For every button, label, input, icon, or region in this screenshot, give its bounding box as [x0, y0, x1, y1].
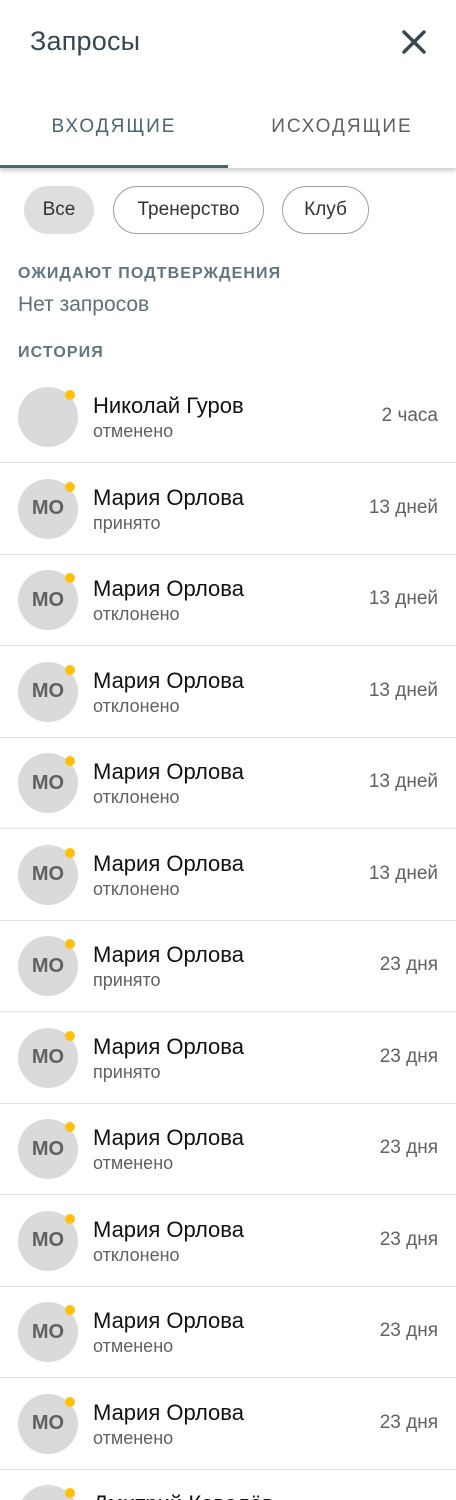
request-status: отменено [93, 421, 174, 441]
request-time: 13 дней [368, 862, 438, 884]
request-status: принято [93, 970, 161, 990]
request-time: 23 дня [379, 1228, 438, 1250]
history-heading: ИСТОРИЯ [18, 344, 104, 361]
requester-name: Мария Орлова [93, 942, 244, 967]
unread-dot-icon [65, 1305, 75, 1315]
request-status: отменено [93, 1336, 174, 1356]
request-status: отменено [93, 1427, 174, 1448]
unread-dot-icon [65, 756, 75, 766]
request-time: 13 дней [368, 771, 438, 792]
request-status: отклонено [93, 878, 180, 899]
requester-name: Николай Гуров [93, 393, 244, 418]
history-row[interactable]: Дмитрий Ковалёв [0, 1469, 456, 1500]
request-time: 23 дня [379, 1411, 438, 1433]
unread-dot-icon [65, 573, 75, 583]
request-time: 23 дня [379, 1045, 438, 1067]
request-time: 23 дня [379, 954, 438, 975]
unread-dot-icon [65, 847, 75, 858]
request-time: 23 дня [379, 1137, 438, 1158]
history-row[interactable]: МО Мария Орлова отменено 23 дня [0, 1378, 456, 1470]
request-time: 2 часа [381, 405, 438, 426]
unread-dot-icon [65, 1030, 75, 1041]
unread-dot-icon [65, 390, 75, 400]
unread-dot-icon [65, 1396, 75, 1407]
unread-dot-icon [65, 1213, 75, 1224]
history-row[interactable]: МО Мария Орлова отклонено 13 дней [0, 737, 456, 829]
unread-dot-icon [65, 664, 75, 675]
tab-incoming[interactable]: ВХОДЯЩИЕ [0, 86, 228, 168]
unread-dot-icon [65, 939, 75, 949]
request-status: отклонено [93, 604, 180, 624]
history-row[interactable]: МО Мария Орлова отклонено 23 дня [0, 1195, 456, 1287]
history-row[interactable]: МО Мария Орлова отменено 23 дня [0, 1286, 456, 1378]
request-time: 13 дней [368, 679, 438, 701]
history-row[interactable]: МО Мария Орлова отклонено 13 дней [0, 646, 456, 738]
filter-chip-all[interactable]: Все [24, 186, 94, 234]
tab-bar: ВХОДЯЩИЕ ИСХОДЯЩИЕ [0, 86, 456, 168]
requester-name: Мария Орлова [93, 576, 244, 601]
history-row[interactable]: МО Мария Орлова отклонено 13 дней [0, 554, 456, 646]
filter-chip-club[interactable]: Клуб [282, 186, 369, 234]
history-row[interactable]: МО Мария Орлова отменено 23 дня [0, 1103, 456, 1195]
tab-indicator [0, 165, 228, 168]
requester-name: Мария Орлова [93, 759, 244, 784]
requester-name: Мария Орлова [93, 1033, 244, 1059]
history-row[interactable]: МО Мария Орлова принято 13 дней [0, 463, 456, 555]
request-status: отклонено [93, 787, 180, 807]
requester-name: Мария Орлова [93, 484, 244, 510]
history-row[interactable]: МО Мария Орлова принято 23 дня [0, 920, 456, 1012]
unread-dot-icon [65, 1122, 75, 1132]
request-time: 23 дня [379, 1320, 438, 1341]
request-status: отменено [93, 1153, 174, 1173]
page-title: Запросы [30, 26, 141, 56]
pending-empty-text: Нет запросов [18, 293, 150, 316]
requester-name: Мария Орлова [93, 1216, 244, 1242]
requester-name: Мария Орлова [93, 1399, 244, 1425]
app-header: Запросы [0, 0, 456, 86]
request-status: принято [93, 1061, 161, 1082]
requester-name: Мария Орлова [93, 850, 244, 876]
unread-dot-icon [65, 1488, 75, 1498]
history-row[interactable]: МО Мария Орлова принято 23 дня [0, 1012, 456, 1104]
requester-name: Мария Орлова [93, 1125, 244, 1150]
request-status: принято [93, 512, 161, 533]
requester-name: Дмитрий Ковалёв [93, 1491, 274, 1500]
tab-outgoing[interactable]: ИСХОДЯЩИЕ [228, 86, 456, 168]
request-status: отклонено [93, 1244, 180, 1265]
unread-dot-icon [65, 481, 75, 492]
history-row[interactable]: МО Мария Орлова отклонено 13 дней [0, 829, 456, 921]
pending-heading: ОЖИДАЮТ ПОДТВЕРЖДЕНИЯ [18, 265, 282, 282]
history-row[interactable]: Николай Гуров отменено 2 часа [0, 371, 456, 463]
request-time: 13 дней [368, 496, 438, 518]
requester-name: Мария Орлова [93, 667, 244, 693]
request-status: отклонено [93, 695, 180, 716]
requester-name: Мария Орлова [93, 1308, 244, 1333]
filter-chip-coaching[interactable]: Тренерство [113, 186, 264, 234]
close-icon[interactable] [396, 24, 432, 60]
request-time: 13 дней [368, 588, 438, 609]
